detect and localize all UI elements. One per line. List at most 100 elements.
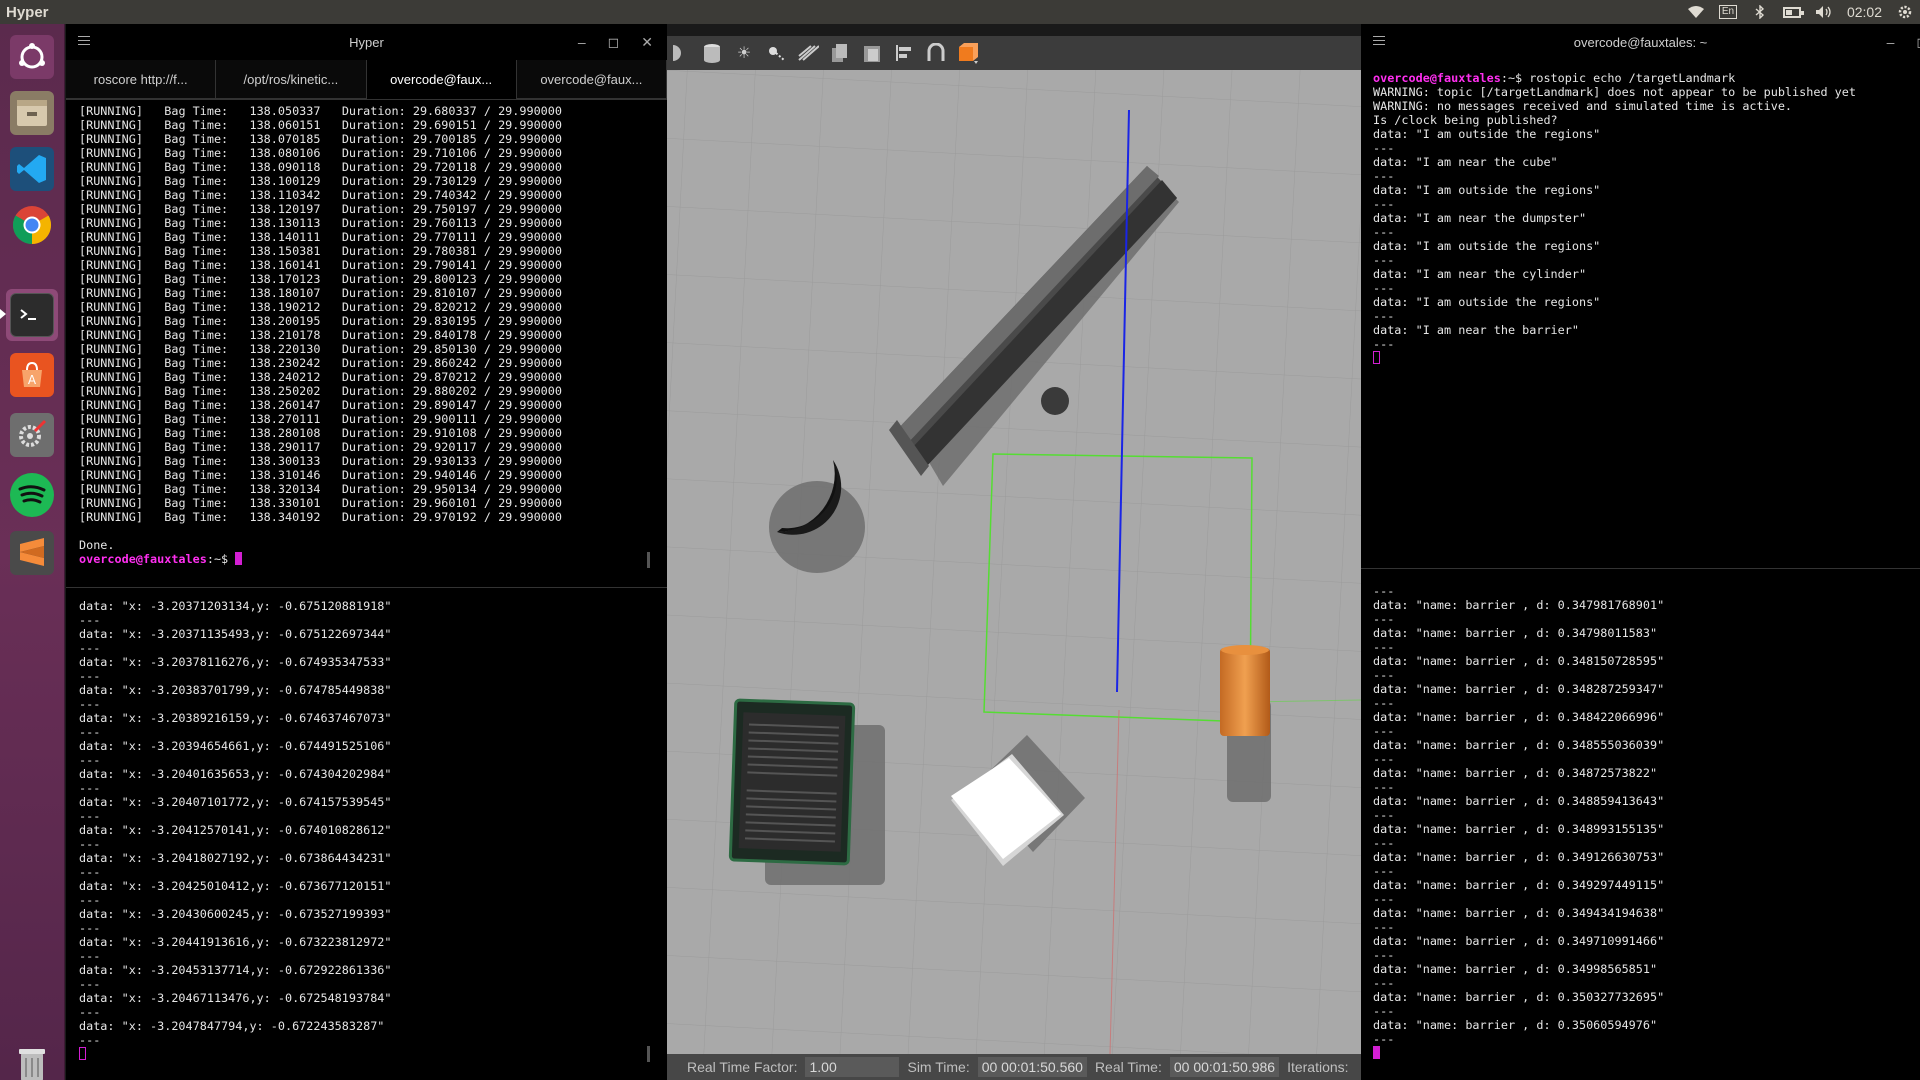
rosbag-terminal-pane[interactable]: [RUNNING] Bag Time: 138.050337 Duration:… [79,104,562,566]
gear-icon[interactable] [1896,5,1914,19]
sphere-shape-icon[interactable] [669,42,691,64]
launcher-item-trash[interactable] [6,1038,58,1080]
terminal-line: --- [1373,169,1395,183]
landmark-terminal-pane[interactable]: overcode@fauxtales:~$ rostopic echo /tar… [1373,71,1856,365]
terminal-line: data: "x: -3.20418027192,y: -0.673864434… [79,851,392,865]
copy-icon[interactable] [829,42,851,64]
terminal-line: data: "I am near the cube" [1373,155,1558,169]
terminal-line: --- [1373,724,1395,738]
duration-value: 29.960101 / 29.990000 [412,496,562,510]
pane-divider[interactable] [66,587,667,588]
hamburger-menu-icon[interactable] [1373,36,1385,45]
terminal-line: data: "I am outside the regions" [1373,127,1601,141]
snap-icon[interactable] [925,42,947,64]
shell-prompt: overcode@fauxtales:~$ [79,552,562,566]
keyboard-layout-label: En [1718,5,1738,19]
bag-status: [RUNNING] [79,272,165,286]
tab-overcode[interactable]: overcode@faux... [516,60,667,99]
tab-opt-ros[interactable]: /opt/ros/kinetic... [216,60,367,99]
window-title: Hyper [349,34,384,50]
maximize-icon[interactable]: ◻ [608,34,620,51]
tab-overcode-active[interactable]: overcode@faux... [366,60,517,99]
terminal-line: data: "x: -3.20371203134,y: -0.675120881… [79,599,392,613]
paste-icon[interactable] [861,42,883,64]
keyboard-layout-indicator[interactable]: En [1718,5,1738,19]
prompt-user: overcode@fauxtales [79,552,207,566]
scrollbar[interactable] [647,552,650,568]
terminal-line: [RUNNING] Bag Time: 138.200195 Duration:… [79,314,562,328]
terminal-line: [RUNNING] Bag Time: 138.220130 Duration:… [79,342,562,356]
terminal-line: --- [79,753,101,767]
duration-label: Duration: [341,132,413,146]
view-angle-icon[interactable] [957,42,979,64]
point-light-icon[interactable]: ☀ [733,42,755,64]
gazebo-3d-scene[interactable] [667,70,1361,1054]
launcher-item-spotify[interactable] [6,469,58,521]
terminal-line: --- [79,893,101,907]
rtf-label: Real Time Factor: [687,1059,798,1075]
wifi-icon[interactable] [1687,5,1705,19]
terminal-line: --- [79,641,101,655]
launcher-item-software[interactable]: A [6,349,58,401]
window-titlebar[interactable]: overcode@fauxtales: ~ – ◻ [1361,24,1920,60]
bag-time-value: 138.330101 [249,496,342,510]
duration-value: 29.970192 / 29.990000 [412,510,562,524]
bag-time-label: Bag Time: [164,174,250,188]
minimize-icon[interactable]: – [578,34,586,50]
launcher-item-vscode[interactable] [6,143,58,195]
duration-value: 29.740342 / 29.990000 [412,188,562,202]
real-time-label: Real Time: [1094,1059,1162,1075]
launcher-item-settings[interactable] [6,409,58,461]
tab-roscore[interactable]: roscore http://f... [66,60,217,99]
close-icon[interactable]: ✕ [641,34,653,51]
battery-icon[interactable] [1782,5,1804,19]
spot-light-icon[interactable] [765,42,787,64]
duration-label: Duration: [341,328,413,342]
terminal-line: data: "name: barrier , d: 0.348422066996… [1373,710,1665,724]
distance-terminal-pane[interactable]: --- data: "name: barrier , d: 0.347981768… [1373,584,1664,1060]
gazebo-window: ☀ Real Time Factor: 1.00 Sim Time: 00 00… [667,36,1361,1080]
bluetooth-icon[interactable] [1751,5,1769,19]
position-terminal-pane[interactable]: data: "x: -3.20371203134,y: -0.675120881… [79,599,392,1061]
bag-time-value: 138.210178 [249,328,342,342]
terminal-line: data: "x: -3.20378116276,y: -0.674935347… [79,655,392,669]
spotify-icon [10,473,54,517]
volume-icon[interactable] [1815,5,1833,19]
command-text: :~$ rostopic echo /targetLandmark [1500,71,1736,85]
duration-label: Duration: [341,300,413,314]
terminal-line: [RUNNING] Bag Time: 138.330101 Duration:… [79,496,562,510]
bag-time-label: Bag Time: [164,496,250,510]
pane-divider[interactable] [1361,568,1920,569]
directional-light-icon[interactable] [797,42,819,64]
launcher-item-files[interactable] [6,87,58,139]
terminal-line: data: "I am outside the regions" [1373,239,1601,253]
terminal-line: WARNING: no messages received and simula… [1373,99,1793,113]
terminal-line: data: "name: barrier , d: 0.34798011583" [1373,626,1658,640]
window-titlebar[interactable]: Hyper – ◻ ✕ [66,24,667,60]
bag-time-label: Bag Time: [164,468,250,482]
hamburger-menu-icon[interactable] [78,36,90,45]
terminal-line: --- [79,837,101,851]
bag-time-label: Bag Time: [164,384,250,398]
duration-value: 29.860242 / 29.990000 [412,356,562,370]
duration-label: Duration: [341,398,413,412]
maximize-icon[interactable]: ◻ [1916,34,1920,51]
duration-value: 29.930133 / 29.990000 [412,454,562,468]
duration-label: Duration: [341,104,413,118]
scrollbar[interactable] [647,1046,650,1062]
cylinder-shape-icon[interactable] [701,42,723,64]
launcher-item-sublime[interactable] [6,527,58,579]
terminal-line: data: "x: -3.20441913616,y: -0.673223812… [79,935,392,949]
vscode-icon [10,147,54,191]
bag-status: [RUNNING] [79,454,165,468]
bag-status: [RUNNING] [79,104,165,118]
align-icon[interactable] [893,42,915,64]
launcher-item-terminal[interactable] [6,289,58,341]
duration-value: 29.870212 / 29.990000 [412,370,562,384]
terminal-line: [RUNNING] Bag Time: 138.250202 Duration:… [79,384,562,398]
minimize-icon[interactable]: – [1887,34,1895,50]
launcher-item-chrome[interactable] [6,199,58,251]
launcher-item-dash[interactable] [6,31,58,83]
duration-label: Duration: [341,202,413,216]
clock[interactable]: 02:02 [1847,4,1882,20]
